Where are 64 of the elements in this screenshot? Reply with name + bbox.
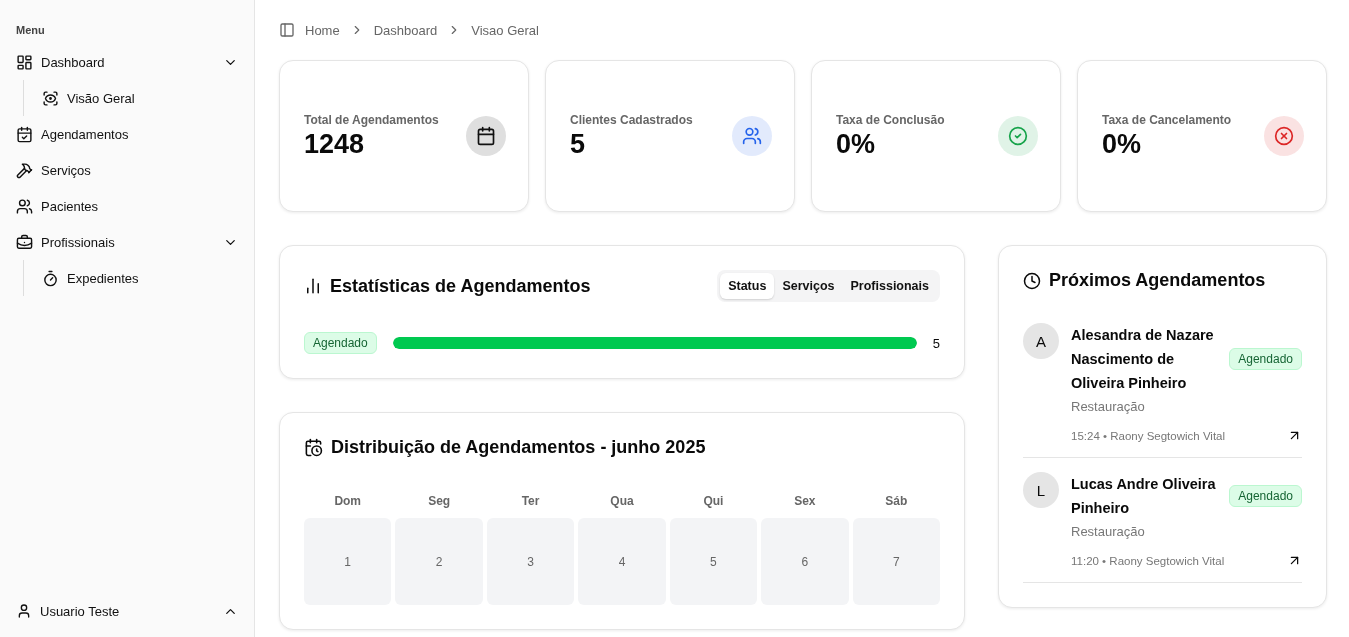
sidebar-item[interactable]: Dashboard bbox=[8, 44, 246, 80]
card-title: Estatísticas de Agendamentos bbox=[330, 275, 591, 297]
weekday-label: Qua bbox=[609, 494, 635, 510]
tab[interactable]: Serviços bbox=[774, 273, 843, 299]
stat-label: Clientes Cadastrados bbox=[570, 112, 693, 127]
clock-icon bbox=[1023, 271, 1041, 290]
calendar-day[interactable]: 3 bbox=[486, 518, 575, 605]
dashboard-icon bbox=[16, 53, 33, 71]
users-icon bbox=[16, 197, 33, 215]
appointment-meta: 11:20 • Raony Segtowich Vital bbox=[1071, 554, 1225, 567]
stat-label: Taxa de Cancelamento bbox=[1102, 112, 1232, 127]
sidebar-heading: Menu bbox=[15, 24, 46, 38]
card-title: Próximos Agendamentos bbox=[1049, 270, 1266, 291]
sidebar-subitem[interactable]: Expedientes bbox=[34, 260, 246, 296]
weekday-label: Dom bbox=[333, 494, 363, 510]
stat-label: Total de Agendamentos bbox=[304, 112, 439, 127]
calendar-day[interactable]: 4 bbox=[578, 518, 666, 605]
service-text: Restauração bbox=[1071, 524, 1146, 539]
calendar-day[interactable]: 1 bbox=[304, 518, 392, 605]
calendar-day[interactable]: 5 bbox=[669, 518, 758, 605]
weekday-label: Sex bbox=[793, 494, 817, 510]
breadcrumb-link[interactable]: Visao Geral bbox=[471, 22, 539, 38]
calendar-clock-icon bbox=[304, 438, 323, 457]
stat-label: Taxa de Conclusão bbox=[836, 112, 945, 127]
status-badge: Agendado bbox=[1229, 348, 1302, 370]
patient-name: Alesandra de Nazare Nascimento de Oliveira Pinheiro bbox=[1071, 326, 1215, 393]
hammer-icon bbox=[16, 161, 33, 179]
weekday-label: Ter bbox=[520, 494, 541, 510]
briefcase-icon bbox=[16, 233, 33, 251]
sidebar-item[interactable]: Profissionais bbox=[8, 224, 246, 260]
appointment-meta: 15:24 • Raony Segtowich Vital bbox=[1071, 429, 1226, 442]
status-badge: Agendado bbox=[304, 332, 377, 354]
sidebar-toggle-icon[interactable] bbox=[279, 22, 295, 38]
sidebar-item[interactable]: Serviços bbox=[8, 152, 246, 188]
card-title: Distribuição de Agendamentos - junho 2025 bbox=[331, 437, 706, 458]
calendar-check-icon bbox=[16, 125, 33, 143]
eye-icon bbox=[42, 89, 59, 107]
avatar: A bbox=[1023, 323, 1059, 359]
stat-value: 0% bbox=[1102, 128, 1143, 160]
user-menu[interactable]: Usuario Teste bbox=[8, 593, 246, 629]
status-badge: Agendado bbox=[1229, 485, 1302, 507]
service-text: Restauração bbox=[1071, 399, 1146, 414]
stat-value: 0% bbox=[836, 128, 877, 160]
weekday-label: Sáb bbox=[884, 494, 909, 510]
stat-value: 1248 bbox=[304, 128, 366, 160]
calendar-day[interactable]: 2 bbox=[395, 518, 483, 605]
avatar: L bbox=[1023, 472, 1059, 508]
weekday-label: Seg bbox=[427, 494, 452, 510]
weekday-label: Qui bbox=[702, 494, 725, 510]
sidebar-item[interactable]: Pacientes bbox=[8, 188, 246, 224]
user-icon bbox=[16, 603, 32, 619]
breadcrumb-link[interactable]: Home bbox=[305, 22, 340, 38]
patient-name: Lucas Andre Oliveira Pinheiro bbox=[1071, 475, 1217, 518]
tab[interactable]: Profissionais bbox=[842, 273, 937, 299]
tab[interactable]: Status bbox=[720, 273, 775, 299]
breadcrumb-link[interactable]: Dashboard bbox=[373, 22, 438, 38]
timer-icon bbox=[42, 269, 59, 287]
sidebar-item[interactable]: Agendamentos bbox=[8, 116, 246, 152]
count-text: 5 bbox=[932, 335, 940, 351]
calendar-day[interactable]: 6 bbox=[761, 518, 849, 605]
stat-value: 5 bbox=[570, 128, 587, 160]
sidebar-subitem[interactable]: Visão Geral bbox=[34, 80, 246, 116]
calendar-day[interactable]: 7 bbox=[852, 518, 940, 605]
bar-chart-icon bbox=[304, 277, 322, 295]
